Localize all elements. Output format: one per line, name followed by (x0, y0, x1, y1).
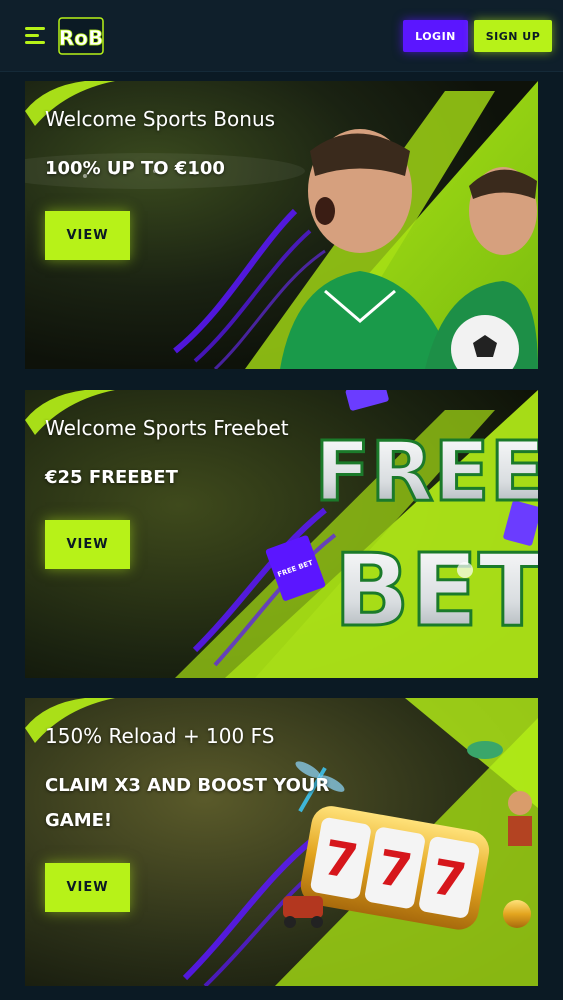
promo-card-sports-freebet[interactable]: FREE BET FREE BET Welcome Sports Freebet… (25, 390, 538, 678)
site-logo[interactable]: RoB (58, 16, 104, 56)
promo-title: Welcome Sports Bonus (45, 107, 276, 131)
hamburger-menu-icon[interactable] (25, 24, 47, 46)
promo-title: Welcome Sports Freebet (45, 416, 289, 440)
login-button[interactable]: LOGIN (403, 20, 468, 52)
bet-text: BET (334, 532, 538, 649)
signup-button[interactable]: SIGN UP (474, 20, 552, 52)
top-header: RoB LOGIN SIGN UP (0, 0, 563, 72)
free-text: FREE (314, 425, 538, 520)
promo-subtitle: 100% UP TO €100 (45, 158, 225, 179)
view-button[interactable]: VIEW (45, 863, 130, 912)
promo-subtitle: CLAIM X3 AND BOOST YOUR GAME! (45, 775, 330, 831)
svg-text:RoB: RoB (59, 26, 103, 50)
promo-subtitle: €25 FREEBET (45, 467, 178, 488)
promo-card-sports-bonus[interactable]: Welcome Sports Bonus 100% UP TO €100 VIE… (25, 81, 538, 369)
view-button[interactable]: VIEW (45, 520, 130, 569)
promo-card-reload[interactable]: 7 7 7 150% Reload + 100 FS CLAIM X3 AND … (25, 698, 538, 986)
view-button[interactable]: VIEW (45, 211, 130, 260)
promo-title: 150% Reload + 100 FS (45, 724, 275, 748)
